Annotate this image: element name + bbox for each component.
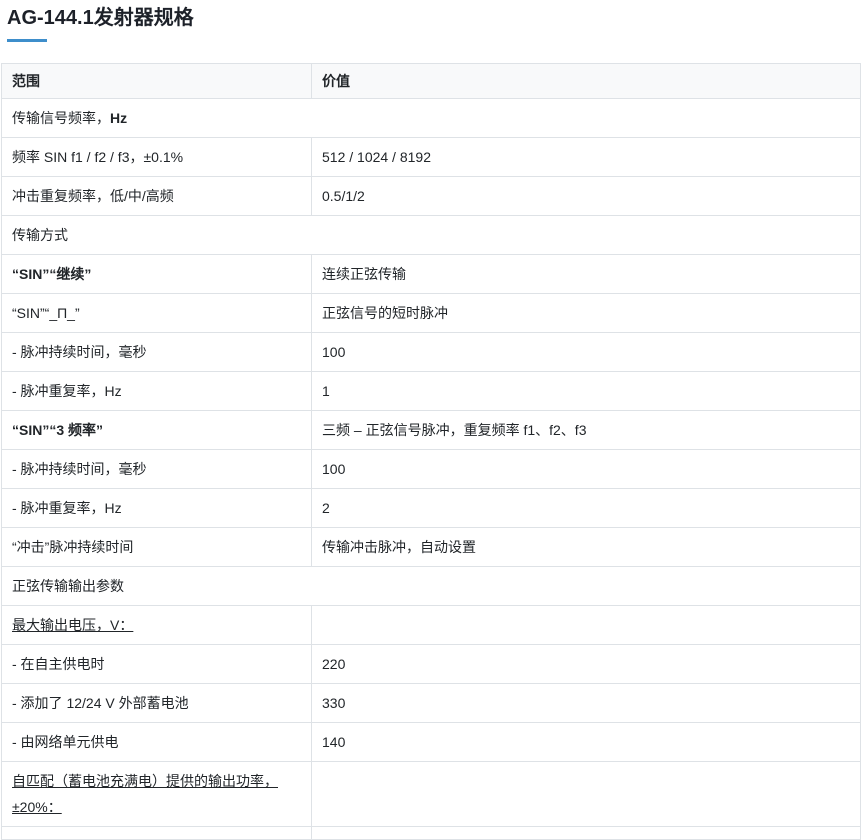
column-header-value: 价值 (312, 64, 861, 99)
spec-table-head: 范围 价值 (2, 64, 861, 99)
title-accent-line (7, 39, 47, 42)
spec-row: - 添加了 12/24 V 外部蓄电池330 (2, 684, 861, 723)
spec-row: - 脉冲重复率，Hz2 (2, 489, 861, 528)
spec-value: 1 (312, 372, 861, 411)
spec-value: 传输冲击脉冲，自动设置 (312, 528, 861, 567)
spec-row (2, 827, 861, 840)
spec-value: 100 (312, 450, 861, 489)
spec-row: 最大输出电压，V： (2, 606, 861, 645)
spec-value: 220 (312, 645, 861, 684)
section-label-text: 正弦传输输出参数 (12, 578, 124, 594)
section-label-text: 传输信号频率， (12, 110, 110, 126)
page-title: AG-144.1发射器规格 (7, 6, 863, 30)
spec-value: 2 (312, 489, 861, 528)
spec-label: 自匹配（蓄电池充满电）提供的输出功率，±20%： (2, 762, 312, 827)
spec-row: “SIN”“_П_”正弦信号的短时脉冲 (2, 294, 861, 333)
section-label: 传输方式 (2, 216, 861, 255)
section-row: 传输方式 (2, 216, 861, 255)
spec-label: - 在自主供电时 (2, 645, 312, 684)
spec-value: 100 (312, 333, 861, 372)
spec-label: - 脉冲持续时间，毫秒 (2, 333, 312, 372)
spec-row: - 脉冲持续时间，毫秒100 (2, 333, 861, 372)
spec-value (312, 762, 861, 827)
spec-value (312, 606, 861, 645)
spec-table: 范围 价值 传输信号频率，Hz频率 SIN f1 / f2 / f3，±0.1%… (1, 63, 861, 840)
spec-row: - 脉冲持续时间，毫秒100 (2, 450, 861, 489)
spec-label (2, 827, 312, 840)
page-header: AG-144.1发射器规格 (0, 0, 863, 42)
section-label: 传输信号频率，Hz (2, 99, 861, 138)
spec-label: “SIN”“3 频率” (2, 411, 312, 450)
spec-label: “冲击”脉冲持续时间 (2, 528, 312, 567)
spec-label: 最大输出电压，V： (2, 606, 312, 645)
section-row: 传输信号频率，Hz (2, 99, 861, 138)
spec-row: “SIN”“3 频率”三频 – 正弦信号脉冲，重复频率 f1、f2、f3 (2, 411, 861, 450)
spec-value: 140 (312, 723, 861, 762)
spec-row: 冲击重复频率，低/中/高频0.5/1/2 (2, 177, 861, 216)
spec-row: 频率 SIN f1 / f2 / f3，±0.1%512 / 1024 / 81… (2, 138, 861, 177)
spec-label: 冲击重复频率，低/中/高频 (2, 177, 312, 216)
spec-label: - 添加了 12/24 V 外部蓄电池 (2, 684, 312, 723)
spec-row: - 由网络单元供电140 (2, 723, 861, 762)
spec-label: - 脉冲重复率，Hz (2, 489, 312, 528)
spec-label: “SIN”“_П_” (2, 294, 312, 333)
spec-row: - 在自主供电时220 (2, 645, 861, 684)
spec-label: - 脉冲重复率，Hz (2, 372, 312, 411)
section-label-bold-text: Hz (110, 110, 127, 126)
spec-value: 0.5/1/2 (312, 177, 861, 216)
section-label: 正弦传输输出参数 (2, 567, 861, 606)
spec-value (312, 827, 861, 840)
spec-row: “SIN”“继续”连续正弦传输 (2, 255, 861, 294)
spec-value: 连续正弦传输 (312, 255, 861, 294)
spec-label: - 脉冲持续时间，毫秒 (2, 450, 312, 489)
spec-label: - 由网络单元供电 (2, 723, 312, 762)
spec-value: 512 / 1024 / 8192 (312, 138, 861, 177)
spec-row: - 脉冲重复率，Hz1 (2, 372, 861, 411)
spec-label: 频率 SIN f1 / f2 / f3，±0.1% (2, 138, 312, 177)
spec-label: “SIN”“继续” (2, 255, 312, 294)
spec-value: 330 (312, 684, 861, 723)
column-header-range: 范围 (2, 64, 312, 99)
spec-row: 自匹配（蓄电池充满电）提供的输出功率，±20%： (2, 762, 861, 827)
spec-table-body: 传输信号频率，Hz频率 SIN f1 / f2 / f3，±0.1%512 / … (2, 99, 861, 840)
spec-value: 三频 – 正弦信号脉冲，重复频率 f1、f2、f3 (312, 411, 861, 450)
section-row: 正弦传输输出参数 (2, 567, 861, 606)
header-row: 范围 价值 (2, 64, 861, 99)
spec-row: “冲击”脉冲持续时间传输冲击脉冲，自动设置 (2, 528, 861, 567)
spec-value: 正弦信号的短时脉冲 (312, 294, 861, 333)
section-label-text: 传输方式 (12, 227, 68, 243)
